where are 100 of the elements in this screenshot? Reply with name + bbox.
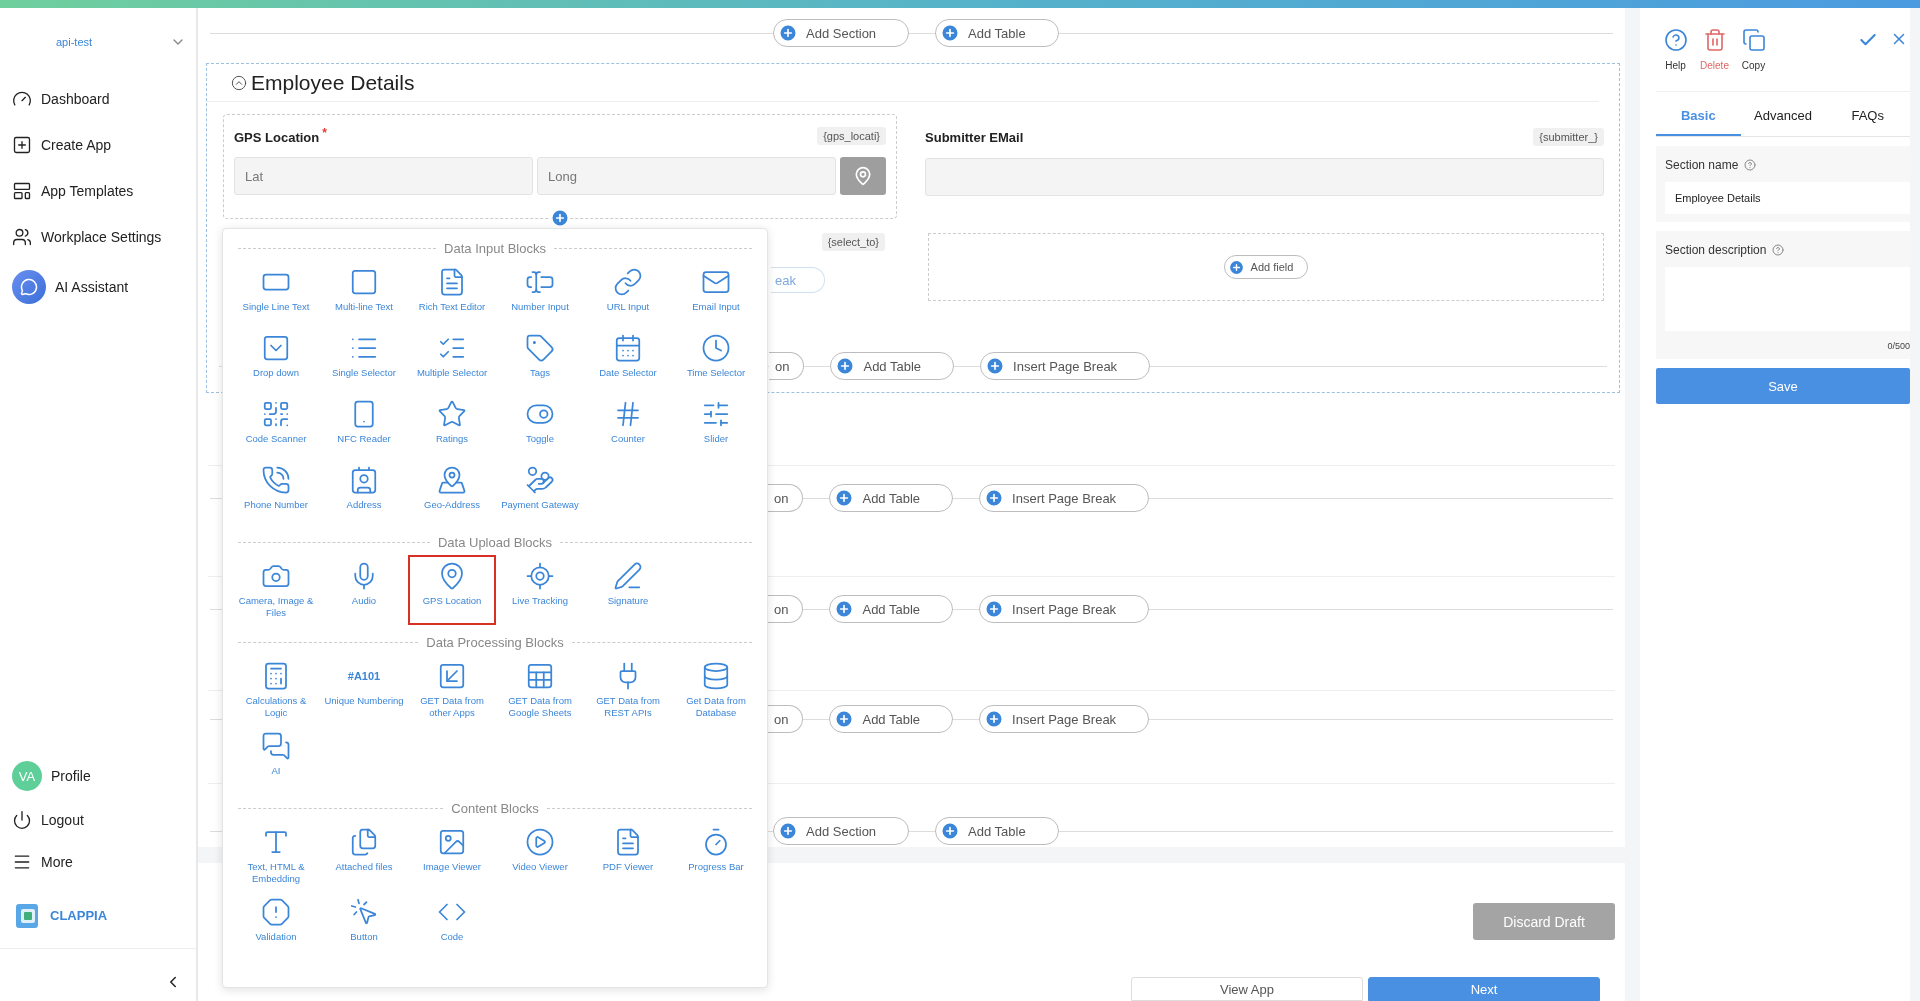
email-field[interactable]: [925, 158, 1604, 196]
ai-assistant-icon: [12, 270, 46, 304]
qr-code-icon: [261, 399, 291, 429]
collapse-icon[interactable]: [231, 74, 247, 91]
action-pill[interactable]: Add Table: [829, 484, 954, 512]
plus-icon: [835, 356, 856, 376]
phone-icon: [261, 465, 291, 495]
id-card-icon: [349, 465, 379, 495]
template-icon: [12, 181, 32, 201]
field-label: Section description: [1665, 243, 1767, 257]
nav-item[interactable]: App Templates: [0, 168, 196, 214]
group-title: Data Processing Blocks: [426, 634, 564, 650]
plus-icon: [984, 709, 1005, 729]
image-icon: [437, 827, 467, 857]
help-icon: [1663, 28, 1688, 52]
power-icon: [12, 810, 32, 830]
nav-item[interactable]: More: [0, 841, 196, 883]
tab[interactable]: Basic: [1656, 96, 1741, 136]
play-icon: [525, 827, 555, 857]
dropdown-icon: [261, 333, 291, 363]
copy-icon: [1741, 28, 1766, 52]
coordinate-field[interactable]: Lat: [234, 157, 533, 195]
calendar-icon: [613, 333, 643, 363]
pen-icon: [613, 561, 643, 591]
plus-icon: [778, 821, 798, 841]
character-counter: 0/500: [1887, 341, 1910, 351]
numbering-label: #A101: [347, 669, 381, 684]
action-pill[interactable]: on: [769, 352, 805, 380]
people-icon: [12, 227, 32, 247]
database-icon: [701, 661, 731, 691]
plus-icon: [834, 599, 855, 619]
square-icon: [349, 267, 379, 297]
trash-icon: [1702, 28, 1727, 52]
variable-tag: {gps_locati}: [817, 127, 886, 145]
nav-item[interactable]: Workplace Settings: [0, 214, 196, 260]
action-pill[interactable]: on: [768, 484, 804, 512]
view-app-button[interactable]: View App: [1131, 977, 1363, 1001]
group-title: Data Input Blocks: [444, 240, 546, 256]
plus-icon: [984, 488, 1005, 508]
avatar: VA: [12, 761, 42, 791]
action-pill[interactable]: Add Table: [829, 595, 954, 623]
hand-coins-icon: [525, 465, 555, 495]
coordinate-field[interactable]: Long: [537, 157, 837, 195]
map-pin-icon: [437, 465, 467, 495]
action-pill[interactable]: eak: [771, 267, 825, 293]
field-label: Submitter EMail: [925, 129, 1024, 145]
action-pill[interactable]: Add Table: [935, 19, 1059, 47]
next-button[interactable]: Next: [1368, 977, 1600, 1001]
nav-item[interactable]: Logout: [0, 799, 196, 841]
field-label: Section name: [1665, 158, 1739, 172]
location-target-icon: [525, 561, 555, 591]
action-pill[interactable]: on: [768, 595, 804, 623]
action-pill[interactable]: Insert Page Break: [979, 595, 1150, 623]
toolbar-button[interactable]: Delete: [1695, 22, 1734, 77]
action-pill[interactable]: Add Section: [773, 817, 910, 845]
chat-bubbles-icon: [261, 731, 291, 761]
tag-icon: [525, 333, 555, 363]
plus-icon: [940, 821, 961, 841]
action-pill[interactable]: Add Table: [935, 817, 1059, 845]
action-pill[interactable]: Add Section: [773, 19, 910, 47]
group-title: Data Upload Blocks: [437, 534, 553, 550]
action-pill[interactable]: Insert Page Break: [979, 484, 1150, 512]
nav-item[interactable]: AI Assistant: [0, 264, 196, 310]
pointer-click-icon: [349, 897, 379, 927]
nav-item[interactable]: Dashboard: [0, 76, 196, 122]
action-pill[interactable]: Add Table: [830, 352, 955, 380]
arrow-box-icon: [437, 661, 467, 691]
nav-item[interactable]: VA Profile: [0, 753, 196, 799]
section-title: Employee Details: [251, 70, 415, 95]
action-pill[interactable]: Insert Page Break: [980, 352, 1151, 380]
variable-tag: {select_to}: [821, 233, 885, 251]
block-item[interactable]: GPS Location: [408, 555, 496, 625]
toolbar-button[interactable]: Help: [1656, 22, 1695, 77]
action-pill[interactable]: on: [768, 705, 804, 733]
add-field-button[interactable]: Add field: [1223, 255, 1309, 279]
save-button[interactable]: Save: [1656, 368, 1910, 404]
plus-icon: [834, 709, 855, 729]
action-pill[interactable]: Add Table: [829, 705, 954, 733]
help-icon[interactable]: [1744, 159, 1757, 171]
plus-icon: [834, 488, 855, 508]
plus-icon: [940, 23, 961, 43]
spreadsheet-icon: [525, 661, 555, 691]
section-name-field[interactable]: Employee Details: [1665, 182, 1910, 214]
star-icon: [437, 399, 467, 429]
tab[interactable]: FAQs: [1825, 96, 1910, 136]
discard-draft-button[interactable]: Discard Draft: [1473, 903, 1615, 940]
nav-item[interactable]: Create App: [0, 122, 196, 168]
toolbar-button[interactable]: Copy: [1734, 22, 1773, 77]
plus-icon: [984, 599, 1005, 619]
help-icon[interactable]: [1772, 244, 1785, 256]
clock-icon: [701, 333, 731, 363]
location-button[interactable]: [840, 157, 887, 195]
tab[interactable]: Advanced: [1740, 96, 1826, 136]
group-title: Content Blocks: [451, 800, 539, 816]
plus-icon: [778, 23, 798, 43]
brand-name: CLAPPIA: [50, 908, 108, 923]
workspace-name: api-test: [56, 36, 93, 48]
alert-icon: [261, 897, 291, 927]
plus-icon: [1227, 258, 1245, 276]
action-pill[interactable]: Insert Page Break: [979, 705, 1150, 733]
